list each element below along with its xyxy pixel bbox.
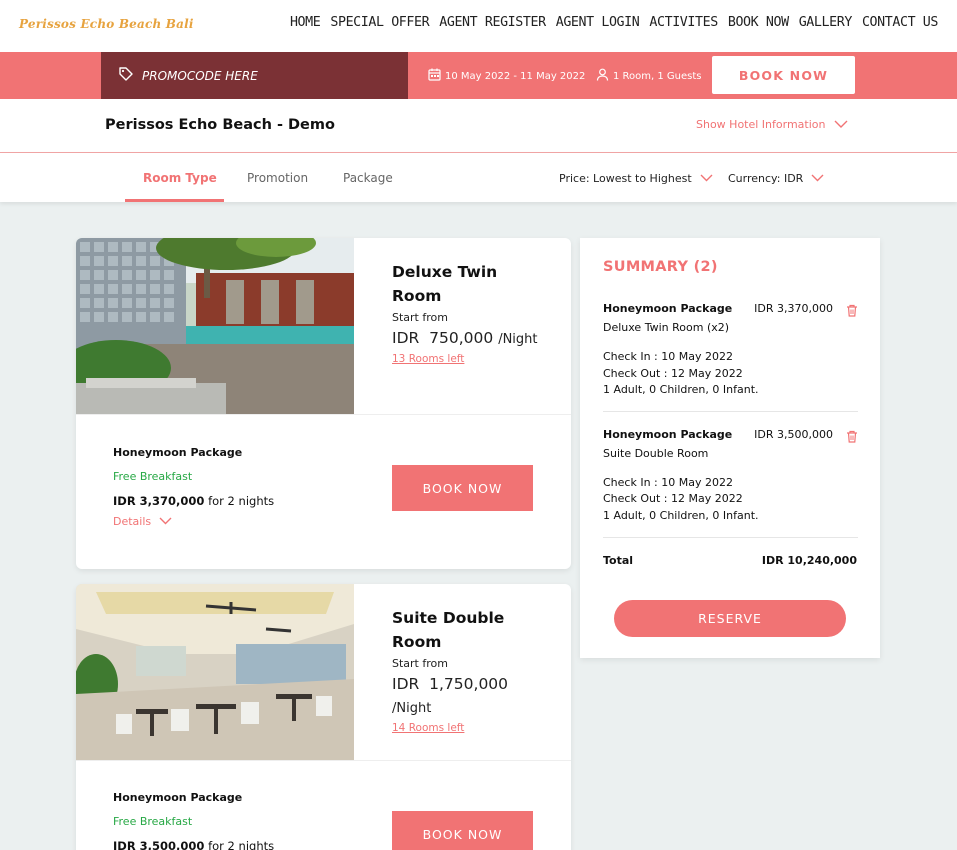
summary-check-in: Check In : 10 May 2022 (603, 476, 733, 489)
reserve-button[interactable]: RESERVE (614, 600, 846, 637)
room-tabs-bar: Room Type Promotion Package Price: Lowes… (0, 153, 957, 202)
total-label: Total (603, 554, 634, 567)
promo-code-input[interactable]: PROMOCODE HERE (101, 52, 408, 99)
hotel-name: Perissos Echo Beach - Demo (105, 117, 335, 133)
chevron-down-icon (811, 172, 824, 185)
tag-icon (118, 66, 134, 86)
room-card: Deluxe Twin Room Start from IDR 750,000 … (76, 238, 571, 569)
details-label: Details (113, 515, 152, 528)
promo-placeholder: PROMOCODE HERE (142, 68, 258, 83)
room-price: IDR 750,000 /Night (392, 327, 538, 351)
chevron-down-icon (700, 172, 713, 185)
show-hotel-info-label: Show Hotel Information (696, 118, 826, 131)
summary-item: Honeymoon Package IDR 3,370,000 Deluxe T… (603, 302, 858, 402)
package-benefit: Free Breakfast (113, 470, 193, 483)
book-now-button[interactable]: BOOK NOW (392, 811, 533, 850)
package-name: Honeymoon Package (113, 446, 243, 459)
price-amount: 750,000 (429, 329, 494, 347)
date-range-text: 10 May 2022 - 11 May 2022 (445, 70, 586, 82)
summary-check-in: Check In : 10 May 2022 (603, 350, 733, 363)
sort-select[interactable]: Price: Lowest to Highest (559, 172, 713, 185)
summary-divider (603, 411, 858, 412)
hotel-header: Perissos Echo Beach - Demo Show Hotel In… (0, 99, 957, 153)
room-title: Deluxe Twin Room (392, 263, 498, 305)
tab-room-type[interactable]: Room Type (143, 171, 217, 185)
room-photo-suite-double (76, 584, 354, 760)
nav-special-offer[interactable]: SPECIAL OFFER (330, 15, 429, 30)
sort-label: Price: Lowest to Highest (559, 172, 692, 185)
guests-text: 1 Room, 1 Guests (613, 70, 702, 82)
summary-occupancy: 1 Adult, 0 Children, 0 Infant. (603, 383, 759, 396)
summary-amount: IDR 3,370,000 (754, 302, 833, 315)
book-now-button[interactable]: BOOK NOW (392, 465, 533, 511)
nav-contact-us[interactable]: CONTACT US (862, 15, 938, 30)
active-tab-indicator (125, 199, 224, 202)
package-benefit: Free Breakfast (113, 815, 193, 828)
nav-agent-login[interactable]: AGENT LOGIN (556, 15, 640, 30)
chevron-down-icon (834, 118, 848, 131)
per-night-label: /Night (498, 332, 538, 347)
room-photo-deluxe-twin (76, 238, 354, 414)
tab-package[interactable]: Package (343, 171, 393, 185)
currency-label: Currency: IDR (728, 172, 804, 185)
booking-summary: SUMMARY (2) Honeymoon Package IDR 3,370,… (580, 238, 880, 658)
price-currency: IDR (392, 329, 420, 347)
summary-check-out: Check Out : 12 May 2022 (603, 367, 743, 380)
top-navbar: Perissos Echo Beach Bali HOME SPECIAL OF… (0, 0, 957, 52)
user-icon (596, 68, 609, 84)
package-details-toggle[interactable]: Details (113, 515, 172, 528)
show-hotel-info-toggle[interactable]: Show Hotel Information (696, 118, 848, 131)
summary-occupancy: 1 Adult, 0 Children, 0 Infant. (603, 509, 759, 522)
trash-icon[interactable] (846, 302, 858, 321)
summary-item: Honeymoon Package IDR 3,500,000 Suite Do… (603, 428, 858, 528)
booking-bar: PROMOCODE HERE 10 May 2022 - 11 May 2022… (0, 52, 957, 99)
calendar-icon (428, 68, 441, 84)
nav-agent-register[interactable]: AGENT REGISTER (439, 15, 546, 30)
nav-gallery[interactable]: GALLERY (799, 15, 853, 30)
start-from-label: Start from (392, 657, 448, 670)
price-amount: 1,750,000 (429, 675, 509, 693)
guests-picker[interactable]: 1 Room, 1 Guests (596, 68, 702, 84)
chevron-down-icon (159, 515, 172, 528)
summary-room: Deluxe Twin Room (x2) (603, 321, 730, 334)
date-range-picker[interactable]: 10 May 2022 - 11 May 2022 (428, 68, 585, 84)
start-from-label: Start from (392, 311, 448, 324)
rooms-left-link[interactable]: 13 Rooms left (392, 353, 464, 365)
package-nights: for 2 nights (204, 839, 275, 850)
summary-amount: IDR 3,500,000 (754, 428, 833, 441)
per-night-label: /Night (392, 701, 432, 716)
summary-package-name: Honeymoon Package (603, 302, 733, 315)
package-nights: for 2 nights (204, 494, 275, 508)
price-currency: IDR (392, 675, 420, 693)
main-menu: HOME SPECIAL OFFER AGENT REGISTER AGENT … (290, 15, 938, 30)
nav-activities[interactable]: ACTIVITES (649, 15, 718, 30)
package-price-amount: IDR 3,370,000 (113, 494, 205, 508)
summary-package-name: Honeymoon Package (603, 428, 733, 441)
logo[interactable]: Perissos Echo Beach Bali (19, 17, 194, 31)
rooms-left-link[interactable]: 14 Rooms left (392, 722, 464, 734)
package-price: IDR 3,500,000 for 2 nights (113, 839, 274, 850)
currency-select[interactable]: Currency: IDR (728, 172, 824, 185)
room-price: IDR 1,750,000 /Night (392, 673, 522, 720)
room-card: Suite Double Room Start from IDR 1,750,0… (76, 584, 571, 850)
room-title: Suite Double Room (392, 609, 505, 651)
nav-home[interactable]: HOME (290, 15, 321, 30)
summary-title: SUMMARY (2) (603, 259, 718, 275)
book-now-button[interactable]: BOOK NOW (712, 56, 855, 94)
summary-divider (603, 537, 858, 538)
card-divider (76, 414, 571, 415)
total-value: IDR 10,240,000 (761, 554, 857, 567)
package-price: IDR 3,370,000 for 2 nights (113, 494, 274, 508)
package-name: Honeymoon Package (113, 791, 243, 804)
tab-promotion[interactable]: Promotion (247, 171, 308, 185)
summary-room: Suite Double Room (603, 447, 709, 460)
nav-book-now[interactable]: BOOK NOW (728, 15, 789, 30)
package-price-amount: IDR 3,500,000 (113, 839, 205, 850)
summary-check-out: Check Out : 12 May 2022 (603, 492, 743, 505)
trash-icon[interactable] (846, 428, 858, 447)
card-divider (76, 760, 571, 761)
